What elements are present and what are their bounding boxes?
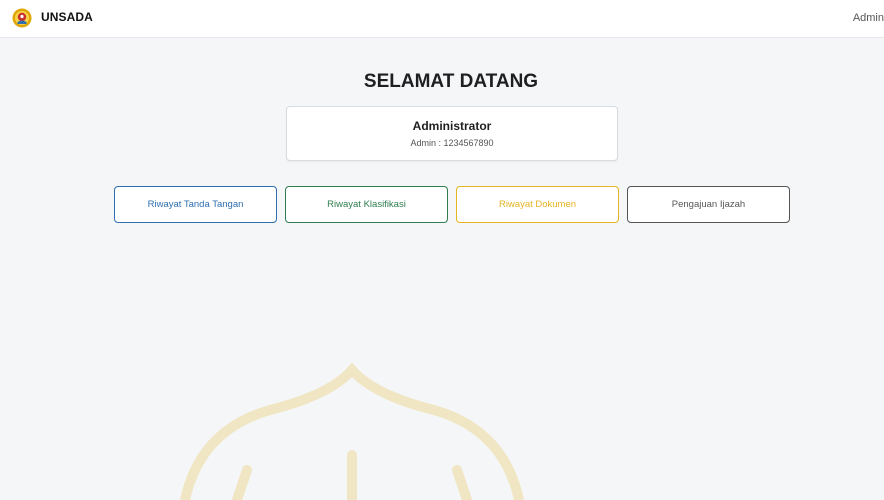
university-seal-icon[interactable] [12, 8, 32, 28]
user-menu[interactable]: Admin [853, 12, 884, 24]
profile-id: Admin : 1234567890 [410, 138, 494, 148]
riwayat-tanda-tangan-button[interactable]: Riwayat Tanda Tangan [114, 186, 277, 223]
profile-card: Administrator Admin : 1234567890 [286, 106, 618, 161]
riwayat-dokumen-button[interactable]: Riwayat Dokumen [456, 186, 619, 223]
top-navbar: UNSADA Admin [0, 0, 884, 38]
brand-name[interactable]: UNSADA [41, 10, 93, 24]
profile-name: Administrator [412, 119, 492, 133]
riwayat-klasifikasi-button[interactable]: Riwayat Klasifikasi [285, 186, 448, 223]
page-title: SELAMAT DATANG [363, 71, 539, 92]
pengajuan-ijazah-button[interactable]: Pengajuan Ijazah [627, 186, 790, 223]
